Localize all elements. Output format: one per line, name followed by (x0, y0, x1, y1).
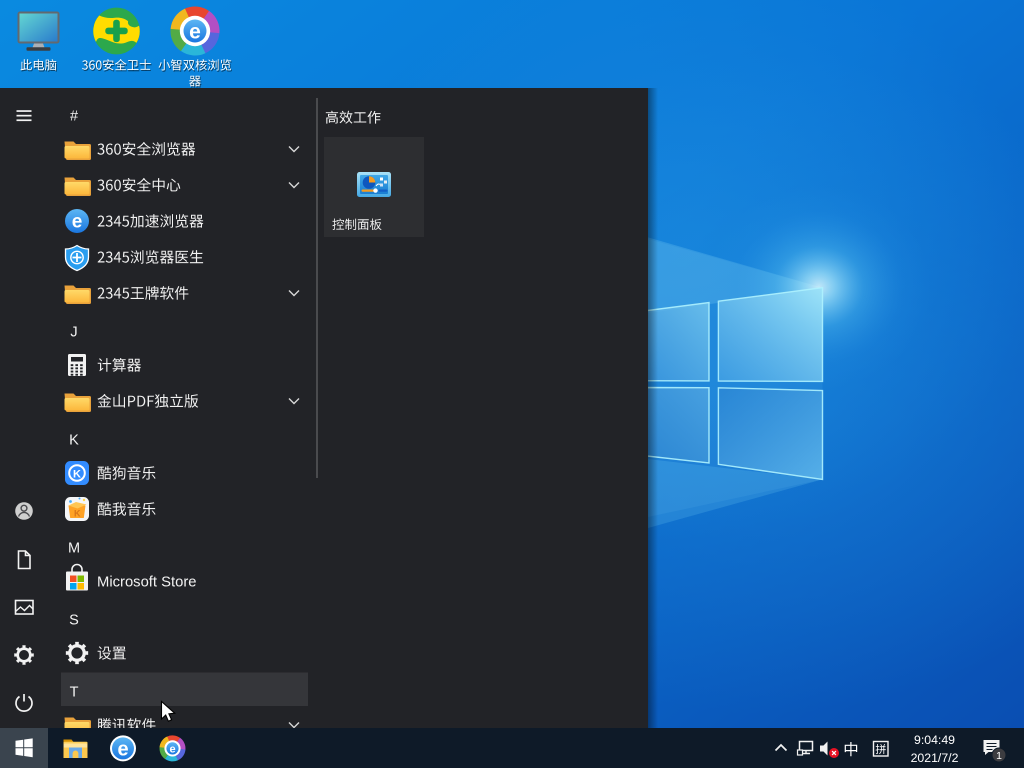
svg-text:J: J (70, 324, 77, 340)
svg-text:Microsoft Store: Microsoft Store (97, 574, 197, 590)
svg-text:e: e (117, 739, 128, 761)
svg-text:e: e (72, 212, 83, 233)
svg-text:e: e (169, 743, 175, 755)
svg-text:T: T (70, 684, 79, 700)
svg-text:K: K (73, 469, 81, 481)
svg-text:#: # (70, 108, 78, 124)
svg-text:K: K (74, 509, 81, 519)
svg-text:2021/7/2: 2021/7/2 (911, 751, 959, 765)
svg-text:K: K (69, 432, 79, 448)
svg-text:S: S (69, 612, 79, 628)
svg-text:M: M (68, 540, 80, 556)
svg-text:1: 1 (996, 750, 1002, 762)
svg-text:e: e (189, 20, 201, 43)
svg-text:9:04:49: 9:04:49 (914, 733, 955, 747)
